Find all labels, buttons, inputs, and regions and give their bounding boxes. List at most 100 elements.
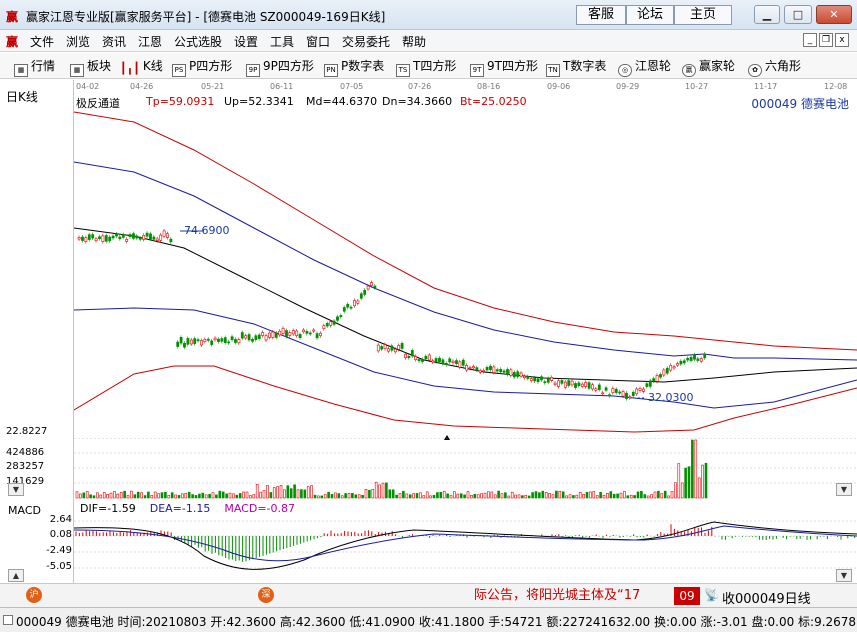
volume-bar [555,490,558,499]
volume-bar [116,493,120,499]
kline-chart-area[interactable]: 日K线 04-02 04-26 05-21 06-11 07-05 07-26 … [0,80,857,583]
volume-bar [242,491,245,499]
candle-body [648,380,652,387]
volume-bar [640,490,643,499]
candle-body [77,237,81,240]
shenzhen-market-icon[interactable]: 深 [258,587,274,603]
candle-body [210,340,214,345]
menu-gann[interactable]: 江恩 [138,33,162,50]
candle-body [288,332,292,336]
toolbar-p-square-button[interactable]: PS P四方形 [172,58,232,77]
menu-window[interactable]: 窗口 [306,33,330,50]
menu-help[interactable]: 帮助 [402,33,426,50]
candle-body [278,330,282,336]
candle-body [227,341,231,344]
volume-panel-right-arrow-icon[interactable]: ▼ [836,483,852,496]
toolbar-9p-square-button[interactable]: 9P 9P四方形 [246,58,314,77]
toolbar-hexagon-button[interactable]: ✿ 六角形 [748,58,802,77]
toolbar-p-number-table-button[interactable]: PN P数字表 [324,58,384,77]
menu-formula-stock-select[interactable]: 公式选股 [174,33,222,50]
volume-bar [357,494,361,499]
volume-bar [476,494,480,499]
menu-file[interactable]: 文件 [30,33,54,50]
mdi-restore-icon[interactable]: ❐ [819,33,833,47]
menu-info[interactable]: 资讯 [102,33,126,50]
toolbar-quotes-button[interactable]: ▦ 行情 [14,58,56,77]
menu-trade[interactable]: 交易委托 [342,33,390,50]
volume-bar [140,492,143,499]
candle-body [543,381,547,384]
macd-panel-right-arrow-icon[interactable]: ▼ [836,569,852,582]
candle-body [183,342,186,348]
candle-body [567,380,571,386]
volume-bar [164,492,167,499]
toolbar-t-number-table-button[interactable]: TN T数字表 [546,58,606,77]
toolbar-sector-button[interactable]: ▦ 板块 [70,58,111,77]
volume-bar [657,490,660,499]
toolbar-kline-button[interactable]: ┃╻┃ K线 [120,58,163,74]
toolbar-quotes-label: 行情 [31,59,56,73]
candle-body [281,327,285,334]
volume-bar [453,491,456,499]
candle-body [189,339,193,345]
volume-bar [313,494,317,499]
mdi-minimize-icon[interactable]: _ [803,33,817,47]
shanghai-market-icon[interactable]: 沪 [26,587,42,603]
toolbar-9t-square-button[interactable]: 9T 9T四方形 [470,58,538,77]
candle-body [482,370,486,372]
volume-bar [463,494,466,499]
volume-bar [225,493,228,499]
date-label: 09-29 [616,82,640,91]
candle-body [325,323,329,327]
volume-bar [79,493,82,499]
band-middle [74,227,857,383]
candle-body [349,306,353,309]
menu-tools[interactable]: 工具 [270,33,294,50]
volume-bar [568,494,572,499]
menu-settings[interactable]: 设置 [234,33,258,50]
candle-body [91,234,95,239]
volume-bar [191,494,194,499]
candle-body [475,367,479,371]
homepage-link[interactable]: 主页 [674,5,732,25]
customer-service-link[interactable]: 客服 [576,5,626,25]
volume-bar [136,491,140,499]
volume-bar [181,493,184,499]
volume-bar [626,495,630,499]
menu-browse[interactable]: 浏览 [66,33,90,50]
gann-wheel-icon: ◎ [618,64,632,77]
candle-body [604,387,608,391]
candle-body [203,339,207,342]
forum-link[interactable]: 论坛 [626,5,674,25]
toolbar-gann-wheel-button[interactable]: ◎ 江恩轮 [618,58,671,77]
minimize-icon[interactable]: ▁ [754,5,780,24]
toolbar-t-square-button[interactable]: TS T四方形 [396,58,456,77]
candle-body [574,383,577,388]
candle-body [642,388,645,392]
candle-body [200,340,203,346]
volume-bar [456,493,460,499]
candle-body [645,383,649,387]
volume-bar [289,488,293,499]
mdi-close-icon[interactable]: x [835,33,849,47]
candle-body [346,303,350,308]
date-label: 05-21 [201,82,225,91]
candle-body [570,380,574,386]
volume-panel-down-arrow-icon[interactable]: ▼ [8,483,24,496]
maximize-icon[interactable]: □ [784,5,812,24]
macd-panel-down-arrow-icon[interactable]: ▲ [8,569,24,582]
news-ticker[interactable]: 际公告，将阳光城主体及“17 [474,587,672,605]
volume-bar [283,489,286,499]
volume-bar [487,491,490,499]
candle-body [336,316,339,321]
macd-chart [74,520,857,570]
close-icon[interactable]: ✕ [816,5,852,24]
candle-body [244,335,248,339]
toolbar-winner-wheel-button[interactable]: 赢赢家轮 [682,58,735,77]
volume-bar [235,494,239,499]
candle-body [577,382,581,387]
toolbar-hexagon-label: 六角形 [765,59,802,73]
candle-body [84,237,88,242]
volume-bar [473,493,477,499]
volume-axis-top: 22.8227 [6,426,48,437]
